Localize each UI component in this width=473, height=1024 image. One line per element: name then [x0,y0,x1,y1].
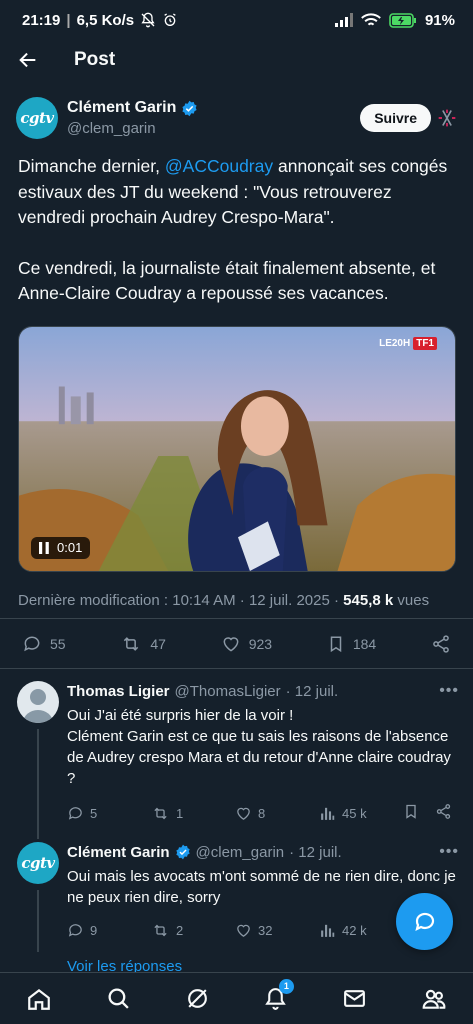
reply-author-handle[interactable]: @clem_garin [196,844,285,861]
reply-date: · 12 juil. [285,682,339,700]
share-icon [436,804,451,819]
compose-reply-button[interactable] [396,893,453,950]
verified-badge-icon [182,100,197,116]
bookmark-button[interactable]: 184 [327,634,376,654]
status-network-speed: 6,5 Ko/s [76,11,135,29]
more-options-icon[interactable]: ••• [439,682,459,700]
reply-text: Oui J'ai été surpris hier de la voir ! C… [67,707,451,787]
author-name[interactable]: Clément Garin [67,99,176,117]
status-time: 21:19 [22,11,61,29]
compose-icon [414,912,434,931]
nav-messages[interactable] [335,979,375,1019]
heart-icon [237,924,250,937]
reply-icon [68,806,82,820]
share-button[interactable] [431,634,451,654]
repost-icon [124,636,139,651]
repost-button[interactable]: 47 [120,634,166,654]
heart-icon [223,636,239,652]
thread-line [37,890,39,952]
like-button[interactable]: 923 [221,634,272,654]
verified-badge-icon [175,844,190,860]
bookmark-button[interactable] [403,803,435,823]
share-button[interactable] [435,803,452,823]
reply-button[interactable]: 9 [67,922,151,939]
reply-avatar[interactable]: cgtv [17,842,59,884]
nav-grok[interactable] [177,979,217,1019]
reply-button[interactable]: 55 [22,634,66,654]
battery-icon [389,12,417,28]
home-icon [28,988,51,1010]
reply-item[interactable]: Thomas Ligier @ThomasLigier · 12 juil. •… [0,681,473,839]
video-controls[interactable]: 0:01 [31,536,91,559]
mention-link[interactable]: @ACCoudray [165,156,273,176]
nav-search[interactable] [98,979,138,1019]
pause-icon[interactable] [39,541,49,554]
author-avatar[interactable]: cgtv [16,97,58,139]
battery-level: 91% [424,11,455,29]
analytics-icon [321,807,335,820]
bookmark-icon [330,636,342,652]
grok-icon[interactable] [437,108,457,128]
reply-author-name[interactable]: Thomas Ligier [67,683,170,700]
views-button[interactable]: 45 k [319,805,403,822]
video-duration: 0:01 [57,540,83,555]
nav-home[interactable] [19,979,59,1019]
more-options-icon[interactable]: ••• [439,843,459,861]
status-bar: 21:19 | 6,5 Ko/s 91% [22,11,455,29]
views-button[interactable]: 42 k [319,922,403,939]
wifi-icon [361,12,381,25]
reply-author-name[interactable]: Clément Garin [67,844,170,861]
post-paragraph-2: Ce vendredi, la journaliste était finale… [18,257,436,304]
grok-icon [187,989,207,1008]
views-count: 545,8 k [343,591,394,609]
repost-button[interactable]: 1 [151,805,235,822]
silent-bell-icon [141,12,155,28]
top-bar: Post [0,40,473,80]
bookmark-icon [406,804,416,819]
notification-badge: 1 [278,978,294,994]
nav-notifications[interactable]: 1 [256,978,296,1019]
main-post: cgtv Clément Garin @clem_garin Suivre Di… [0,90,473,609]
share-icon [433,634,449,653]
follow-button[interactable]: Suivre [360,104,431,132]
repost-icon [154,924,167,937]
arrow-left-icon [19,52,36,68]
page-title: Post [74,49,116,70]
tf1-logo: LE20H TF1 [379,336,437,350]
default-avatar-icon [23,689,53,723]
reply-icon [68,924,82,937]
reply-icon [24,636,40,651]
reply-text: Oui mais les avocats m'ont sommé de ne r… [67,868,456,906]
nav-communities[interactable] [414,979,454,1019]
communities-icon [422,989,445,1009]
video-player[interactable]: LE20H TF1 0:01 [18,325,456,572]
post-action-bar: 55 47 923 184 [0,618,473,669]
reply-button[interactable]: 5 [67,805,151,822]
bottom-navigation: 1 [0,972,473,1024]
repost-icon [154,807,167,819]
post-paragraph-1: Dimanche dernier, @ACCoudray annonçait s… [18,156,448,227]
post-text: Dimanche dernier, @ACCoudray annonçait s… [0,154,473,307]
heart-icon [237,807,250,820]
reply-avatar[interactable] [17,681,59,723]
signal-icon [334,13,353,27]
repost-button[interactable]: 2 [151,922,235,939]
search-icon [108,988,129,1009]
alarm-icon [164,13,176,26]
post-timestamp: Dernière modification : 10:14 AM · 12 ju… [18,591,430,609]
like-button[interactable]: 8 [235,805,319,822]
video-frame-image [19,326,455,571]
analytics-icon [321,924,335,937]
like-button[interactable]: 32 [235,922,319,939]
mail-icon [344,990,366,1007]
reply-date: · 12 juil. [289,843,342,861]
reply-author-handle[interactable]: @ThomasLigier [175,683,281,700]
author-handle[interactable]: @clem_garin [67,120,360,137]
back-button[interactable] [0,49,56,71]
thread-line [37,729,39,839]
